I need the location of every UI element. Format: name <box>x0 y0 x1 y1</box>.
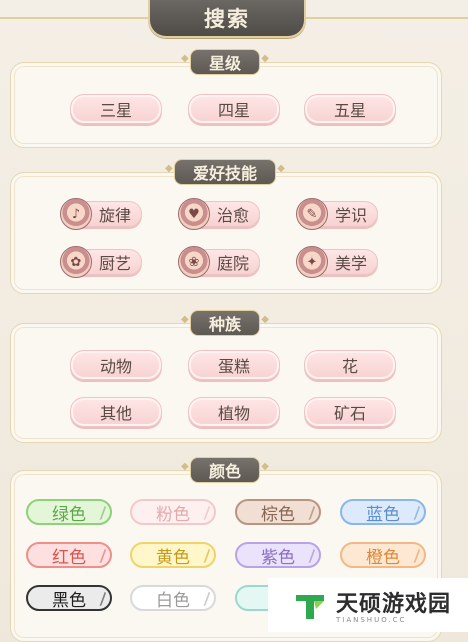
filter-color-pink[interactable]: 粉色 <box>130 499 216 525</box>
filter-color-black[interactable]: 黑色 <box>26 585 112 611</box>
hobby-label: 治愈 <box>216 206 249 225</box>
header-rule-left <box>0 17 148 19</box>
hobby-label: 学识 <box>334 206 367 225</box>
filter-color-purple[interactable]: 紫色 <box>235 542 321 568</box>
filter-color-white[interactable]: 白色 <box>130 585 216 611</box>
species-section-title: 种族 <box>181 310 269 336</box>
knowledge-character-icon: ✎ <box>296 198 328 230</box>
hobby-section-title: 爱好技能 <box>165 159 285 185</box>
filter-color-red[interactable]: 红色 <box>26 542 112 568</box>
healing-character-icon: ♥ <box>178 198 210 230</box>
aesthetics-character-icon: ✦ <box>296 246 328 278</box>
filter-species-animal[interactable]: 动物 <box>70 350 162 380</box>
filter-color-green[interactable]: 绿色 <box>26 499 112 525</box>
garden-character-icon: ❀ <box>178 246 210 278</box>
page-title: 搜索 <box>204 7 250 31</box>
color-section-title: 颜色 <box>181 457 269 483</box>
filter-species-mineral[interactable]: 矿石 <box>304 397 396 427</box>
filter-species-plant[interactable]: 植物 <box>188 397 280 427</box>
hobby-label: 美学 <box>334 254 367 273</box>
filter-color-brown[interactable]: 棕色 <box>235 499 321 525</box>
hobby-label: 厨艺 <box>98 254 131 273</box>
filter-three-star[interactable]: 三星 <box>70 94 162 124</box>
filter-species-flower[interactable]: 花 <box>304 350 396 380</box>
stars-section-title: 星级 <box>181 49 269 75</box>
filter-species-cake[interactable]: 蛋糕 <box>188 350 280 380</box>
filter-color-orange[interactable]: 橙色 <box>340 542 426 568</box>
filter-five-star[interactable]: 五星 <box>304 94 396 124</box>
header-rule-right <box>302 17 468 19</box>
filter-color-yellow[interactable]: 黄色 <box>130 542 216 568</box>
hobby-label: 庭院 <box>216 254 249 273</box>
site-logo-icon <box>296 595 324 619</box>
search-title-banner: 搜索 <box>148 0 306 38</box>
cooking-character-icon: ✿ <box>60 246 92 278</box>
filter-species-other[interactable]: 其他 <box>70 397 162 427</box>
hobby-label: 旋律 <box>98 206 131 225</box>
filter-four-star[interactable]: 四星 <box>188 94 280 124</box>
filter-color-blue[interactable]: 蓝色 <box>340 499 426 525</box>
site-watermark: 天硕游戏园 TIANSHUO.CC <box>268 578 468 632</box>
site-domain: TIANSHUO.CC <box>336 616 407 624</box>
site-name: 天硕游戏园 <box>336 592 452 617</box>
melody-character-icon: ♪ <box>60 198 92 230</box>
